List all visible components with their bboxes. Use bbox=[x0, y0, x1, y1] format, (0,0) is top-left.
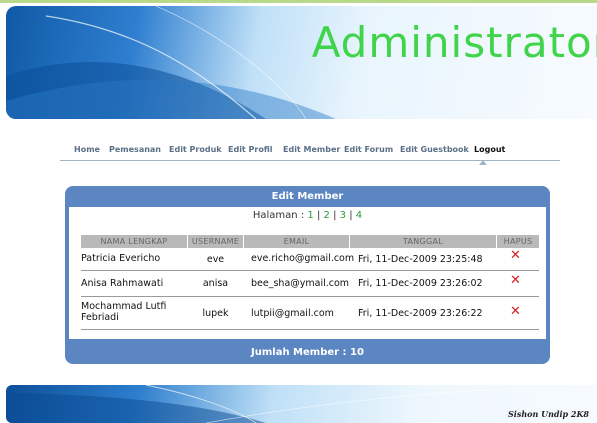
page-title: Administrator bbox=[311, 18, 597, 67]
table-header: NAMA LENGKAP USERNAME EMAIL TANGGAL HAPU… bbox=[81, 235, 539, 248]
column-header-tanggal: TANGGAL bbox=[350, 235, 496, 248]
page-link-4[interactable]: 4 bbox=[356, 210, 362, 221]
nav-item-edit-guestbook[interactable]: Edit Guestbook bbox=[400, 145, 469, 154]
pagination: Halaman : 1 | 2 | 3 | 4 bbox=[69, 210, 546, 221]
nav-item-edit-member[interactable]: Edit Member bbox=[283, 145, 340, 154]
pagination-label: Halaman : bbox=[252, 210, 305, 221]
footer-credit: Sishon Undip 2K8 bbox=[508, 409, 589, 419]
member-date: Fri, 11-Dec-2009 23:26:02 bbox=[358, 278, 483, 289]
top-divider bbox=[0, 0, 597, 3]
member-username: anisa bbox=[202, 278, 229, 289]
member-date: Fri, 11-Dec-2009 23:25:48 bbox=[358, 254, 483, 265]
column-header-hapus: HAPUS bbox=[497, 235, 539, 248]
column-header-email: EMAIL bbox=[244, 235, 349, 248]
pagination-separator: | bbox=[333, 210, 337, 221]
member-username: eve bbox=[206, 254, 225, 265]
member-count: Jumlah Member : 10 bbox=[251, 347, 364, 358]
table-row: Mochammad Lutfi Febriadi lupek lutpii@gm… bbox=[81, 297, 539, 330]
member-username: lupek bbox=[202, 308, 229, 319]
nav-item-edit-forum[interactable]: Edit Forum bbox=[344, 145, 393, 154]
member-name: Mochammad Lutfi Febriadi bbox=[81, 301, 167, 323]
header-banner: Administrator bbox=[6, 6, 597, 119]
panel-title: Edit Member bbox=[271, 191, 344, 202]
member-date: Fri, 11-Dec-2009 23:26:22 bbox=[358, 308, 483, 319]
table-row: Patricia Evericho eve eve.richo@gmail.co… bbox=[81, 249, 539, 271]
close-icon[interactable]: ✕ bbox=[510, 274, 521, 287]
nav-item-pemesanan[interactable]: Pemesanan bbox=[109, 145, 161, 154]
nav-item-logout[interactable]: Logout bbox=[474, 145, 505, 154]
member-email: bee_sha@ymail.com bbox=[251, 278, 350, 289]
pagination-separator: | bbox=[349, 210, 353, 221]
member-email: eve.richo@gmail.com bbox=[251, 253, 355, 264]
page-link-3[interactable]: 3 bbox=[340, 210, 346, 221]
member-email: lutpii@gmail.com bbox=[251, 308, 334, 319]
footer-banner: Sishon Undip 2K8 bbox=[6, 385, 597, 423]
close-icon[interactable]: ✕ bbox=[510, 249, 521, 262]
active-nav-indicator bbox=[479, 160, 487, 165]
column-header-nama: NAMA LENGKAP bbox=[81, 235, 187, 248]
page-link-1[interactable]: 1 bbox=[307, 210, 313, 221]
main-nav: Home Pemesanan Edit Produk Edit Profil E… bbox=[60, 138, 560, 161]
nav-item-edit-profil[interactable]: Edit Profil bbox=[228, 145, 273, 154]
edit-member-panel: Edit Member Halaman : 1 | 2 | 3 | 4 NAMA… bbox=[65, 186, 550, 364]
nav-item-edit-produk[interactable]: Edit Produk bbox=[169, 145, 222, 154]
member-name: Anisa Rahmawati bbox=[81, 278, 164, 289]
nav-item-home[interactable]: Home bbox=[74, 145, 100, 154]
column-header-username: USERNAME bbox=[188, 235, 243, 248]
close-icon[interactable]: ✕ bbox=[510, 305, 521, 318]
panel-body: Halaman : 1 | 2 | 3 | 4 NAMA LENGKAP USE… bbox=[69, 207, 546, 339]
table-row: Anisa Rahmawati anisa bee_sha@ymail.com … bbox=[81, 271, 539, 297]
pagination-separator: | bbox=[316, 210, 321, 221]
member-name: Patricia Evericho bbox=[81, 253, 161, 264]
page-link-2[interactable]: 2 bbox=[324, 210, 330, 221]
